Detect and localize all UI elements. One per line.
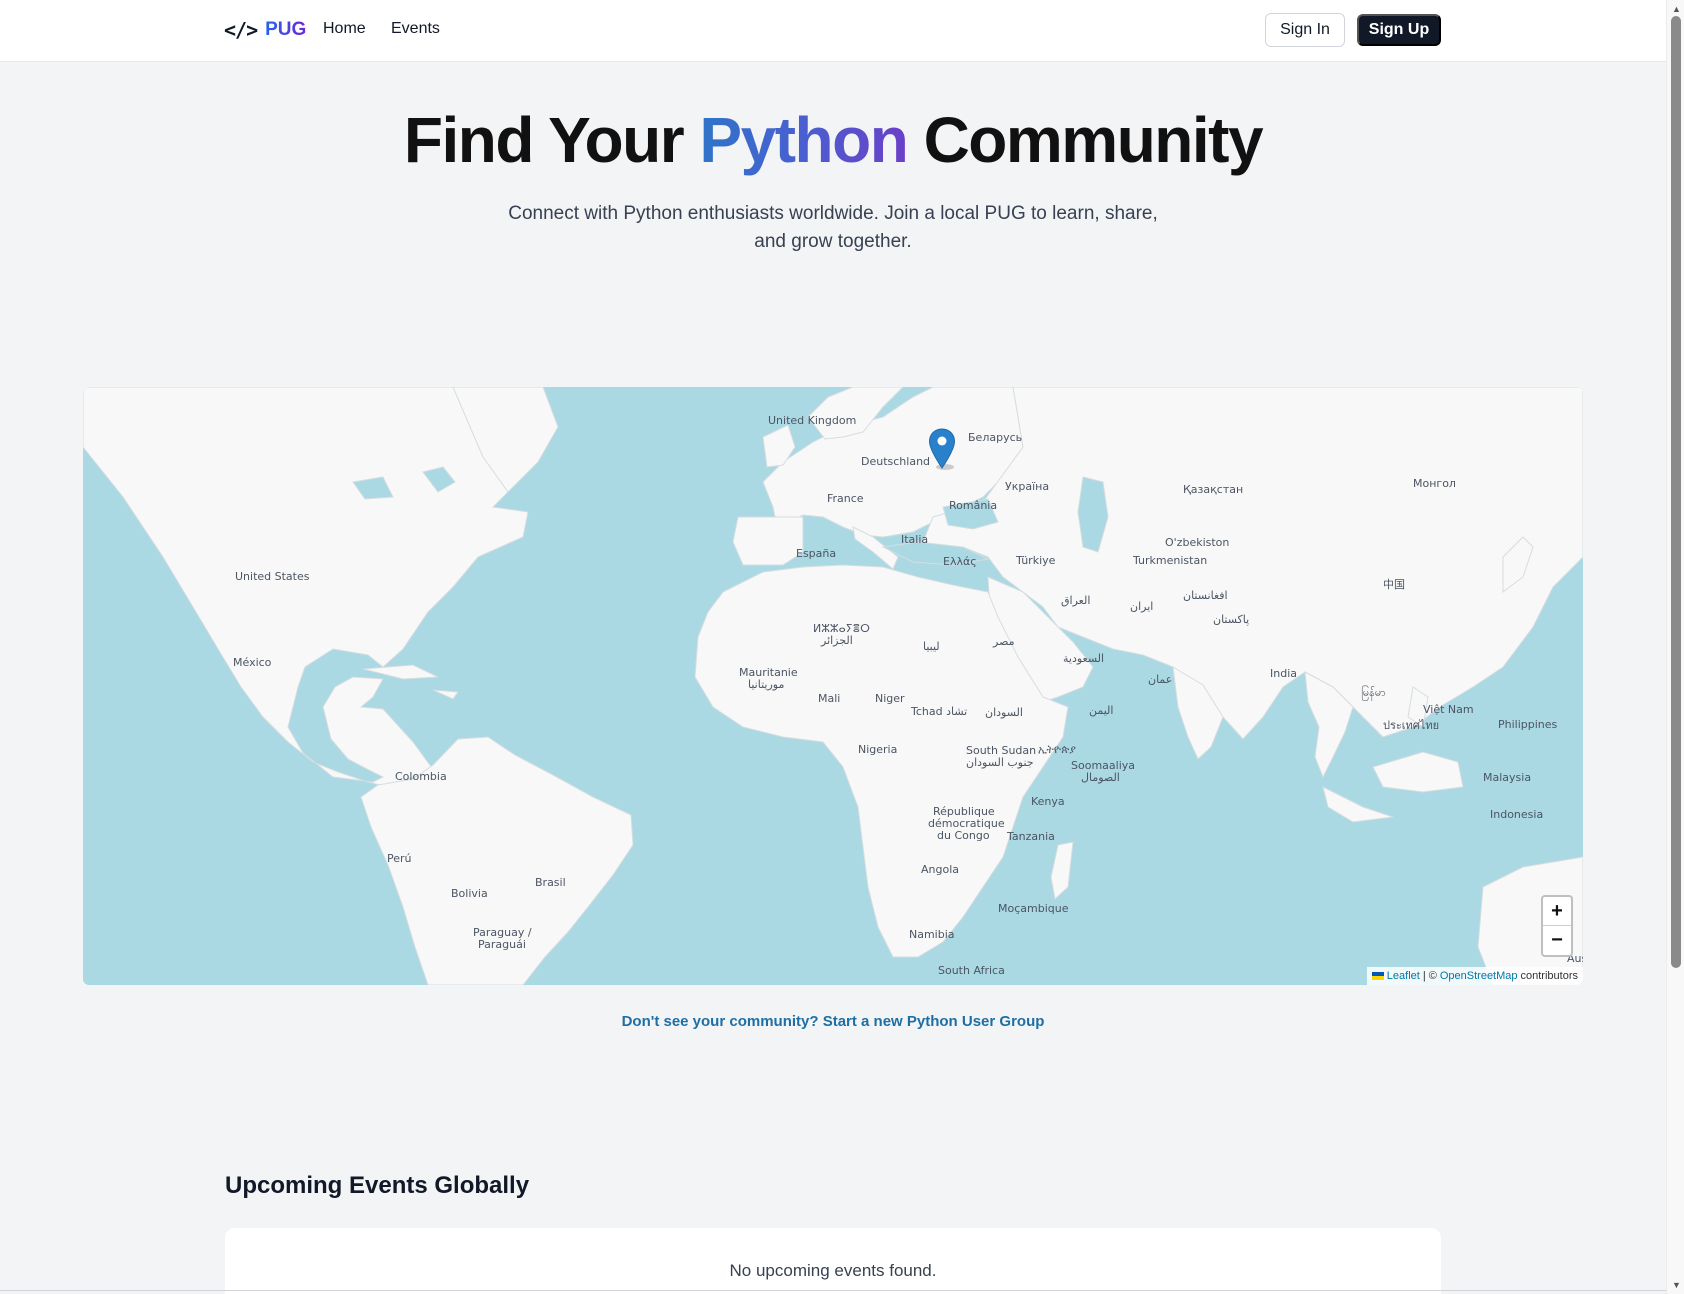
map-label: Việt Nam — [1423, 703, 1474, 716]
scroll-down-arrow-icon[interactable]: ▼ — [1672, 1280, 1681, 1290]
map-label: Kenya — [1031, 795, 1065, 808]
map-label: Tchad تشاد — [911, 705, 968, 718]
events-empty-message: No upcoming events found. — [729, 1261, 937, 1280]
brand-logo-link[interactable]: </> PUG — [224, 18, 306, 42]
map-label: العراق — [1061, 594, 1091, 607]
ukraine-flag-icon — [1371, 972, 1384, 980]
map-label: مصر — [993, 635, 1015, 648]
map-label: ኢትዮጵያ — [1038, 743, 1076, 756]
world-map[interactable]: United Kingdom Беларусь Deutschland Укра… — [83, 387, 1583, 985]
map-label: اليمن — [1089, 704, 1114, 717]
map-label: Mali — [818, 692, 841, 705]
map-label: မြန်မာ — [1361, 686, 1386, 699]
map-label: Paraguái — [478, 938, 526, 951]
page-scrollbar[interactable]: ▲ ▼ — [1666, 0, 1684, 1294]
map-label: Colombia — [395, 770, 447, 783]
events-card: No upcoming events found. — [225, 1228, 1441, 1294]
map-label: Türkiye — [1016, 554, 1056, 567]
map-label: موريتانيا — [748, 678, 785, 691]
hero-title-accent: Python — [699, 104, 908, 176]
map-label: Perú — [387, 852, 412, 865]
map-label: جنوب السودان — [966, 756, 1034, 769]
map-label: United States — [235, 570, 310, 583]
map-label: 中国 — [1383, 578, 1405, 591]
map-label: الصومال — [1081, 771, 1120, 784]
map-label: Беларусь — [968, 431, 1023, 444]
hero-title-end: Community — [907, 104, 1264, 176]
map-label: Niger — [875, 692, 905, 705]
map-attribution: Leaflet | © OpenStreetMap contributors — [1366, 967, 1583, 985]
attribution-contributors: contributors — [1520, 970, 1578, 982]
sign-up-button[interactable]: Sign Up — [1357, 14, 1441, 46]
map-label: O'zbekiston — [1165, 536, 1230, 549]
map-label: du Congo — [937, 829, 990, 842]
map-label: Tanzania — [1007, 830, 1055, 843]
map-label: México — [233, 656, 272, 669]
top-navbar: </> PUG Home Events Sign In Sign Up — [0, 0, 1666, 62]
hero-subtitle: Connect with Python enthusiasts worldwid… — [508, 203, 1158, 252]
zoom-out-button[interactable]: − — [1543, 926, 1571, 955]
map-label: السعودية — [1063, 652, 1105, 665]
map-label: India — [1270, 667, 1297, 680]
map-label: Angola — [921, 863, 960, 876]
openstreetmap-link[interactable]: OpenStreetMap — [1440, 970, 1518, 982]
nav-home-link[interactable]: Home — [323, 20, 366, 38]
location-pin-icon[interactable] — [928, 428, 956, 470]
map-label: España — [796, 547, 837, 560]
map-label: Namibia — [909, 928, 955, 941]
code-icon: </> — [224, 18, 258, 42]
scrollbar-thumb[interactable] — [1671, 16, 1681, 968]
window-bottom-edge — [0, 1290, 1666, 1291]
map-label: عمان — [1148, 673, 1173, 686]
map-label: الجزائر — [821, 634, 853, 647]
hero-title: Find Your Python Community — [0, 103, 1666, 177]
map-label: Italia — [901, 533, 929, 546]
map-label: Україна — [1005, 480, 1050, 493]
map-label: Bolivia — [451, 887, 488, 900]
map-label: România — [949, 499, 998, 512]
map-label: Ελλάς — [943, 555, 977, 568]
map-label: South Africa — [938, 964, 1005, 977]
events-heading: Upcoming Events Globally — [225, 1172, 530, 1199]
map-label: Malaysia — [1483, 771, 1532, 784]
map-label: Brasil — [535, 876, 566, 889]
leaflet-link[interactable]: Leaflet — [1387, 970, 1420, 982]
map-label: Moçambique — [998, 902, 1069, 915]
map-label: Philippines — [1498, 718, 1558, 731]
map-label: Deutschland — [861, 455, 931, 468]
map-label: United Kingdom — [768, 414, 857, 427]
zoom-in-button[interactable]: + — [1543, 897, 1571, 926]
zoom-control: + − — [1541, 895, 1573, 957]
nav-events-link[interactable]: Events — [391, 20, 440, 38]
map-label: Indonesia — [1490, 808, 1544, 821]
attribution-separator: | © — [1422, 970, 1437, 982]
map-label: Turkmenistan — [1133, 554, 1208, 567]
map-label: Nigeria — [858, 743, 898, 756]
map-label: ليبيا — [923, 640, 940, 653]
map-label: پاکستان — [1213, 613, 1250, 626]
scroll-up-arrow-icon[interactable]: ▲ — [1672, 4, 1681, 14]
map-label: افغانستان — [1183, 589, 1228, 602]
page: </> PUG Home Events Sign In Sign Up Find… — [0, 0, 1684, 1294]
map-label: ایران — [1130, 600, 1154, 613]
hero-title-start: Find Your — [403, 104, 700, 176]
map-label: السودان — [985, 706, 1023, 719]
map-label: Монгол — [1413, 477, 1456, 490]
sign-in-button[interactable]: Sign In — [1265, 13, 1345, 47]
map-label: Қазақстан — [1183, 483, 1244, 496]
map-label: France — [827, 492, 864, 505]
start-new-pug-link[interactable]: Don't see your community? Start a new Py… — [0, 1013, 1666, 1030]
map-land-layer — [83, 387, 1583, 985]
brand-name: PUG — [265, 19, 307, 40]
map-label: ประเทศไทย — [1383, 719, 1440, 732]
